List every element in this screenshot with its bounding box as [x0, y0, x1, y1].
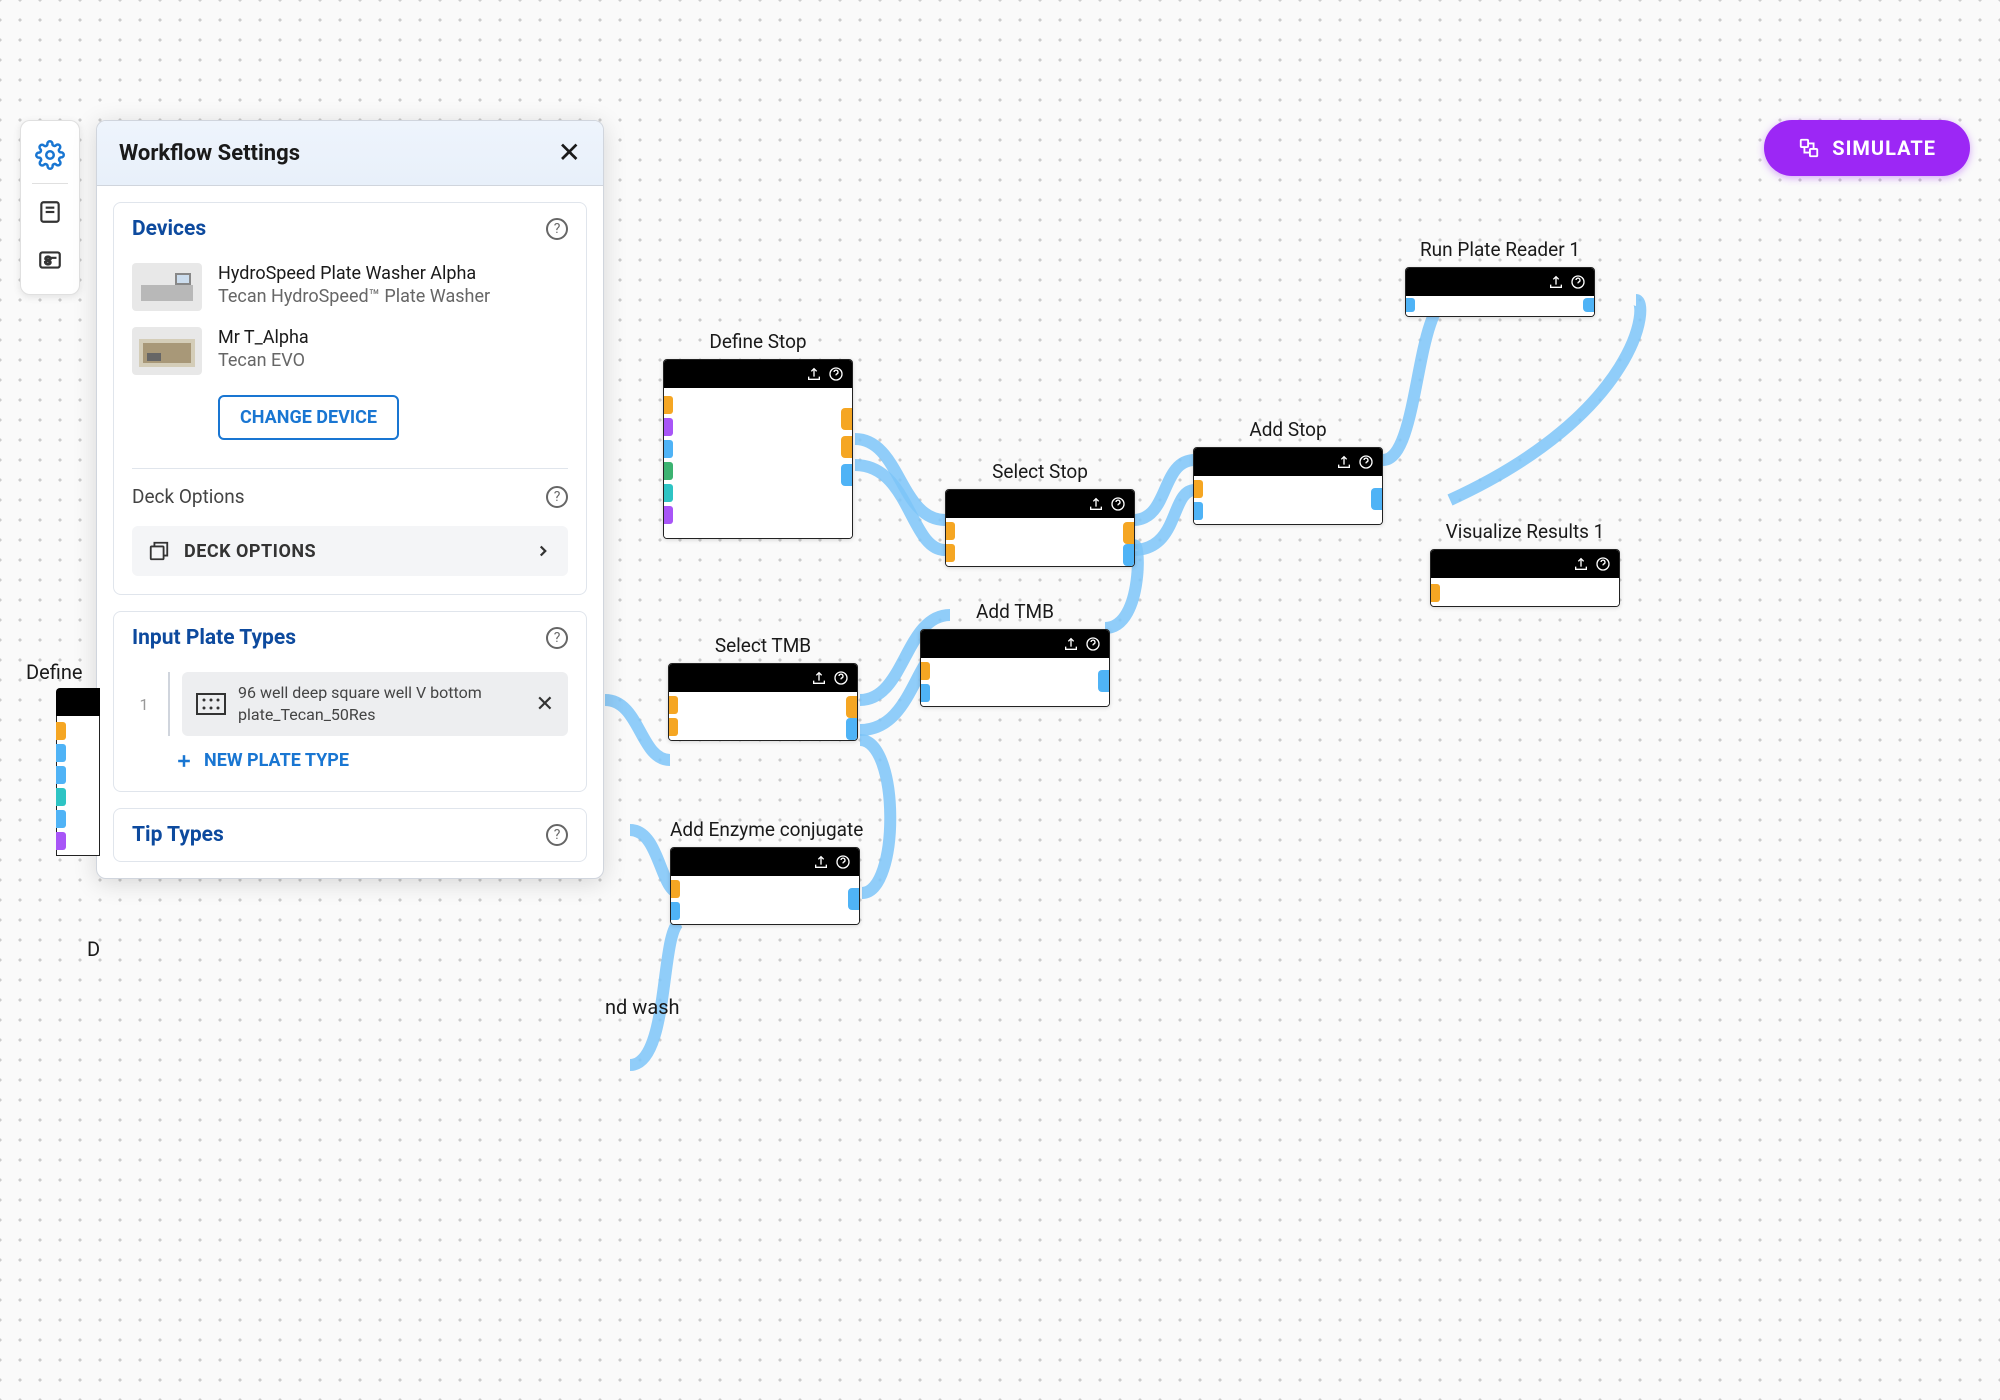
node-header [921, 630, 1109, 658]
export-icon[interactable] [1573, 556, 1589, 572]
panel-header: Workflow Settings ✕ [97, 121, 603, 186]
node-title: Add Stop [1193, 418, 1383, 441]
devices-header[interactable]: Devices ? [114, 203, 586, 255]
plate-chip[interactable]: 96 well deep square well V bottom plate_… [182, 672, 568, 735]
new-plate-label: NEW PLATE TYPE [204, 750, 349, 771]
plates-header[interactable]: Input Plate Types ? [114, 612, 586, 664]
node-title: Run Plate Reader 1 [1405, 238, 1595, 261]
left-toolbar: S [20, 120, 80, 295]
device-sub: Tecan HydroSpeed™ Plate Washer [218, 286, 568, 307]
help-icon[interactable] [828, 366, 844, 382]
plates-title: Input Plate Types [132, 626, 296, 650]
help-icon[interactable]: ? [546, 486, 568, 508]
help-icon[interactable]: ? [546, 627, 568, 649]
device-image [132, 327, 202, 375]
node-select-stop[interactable]: Select Stop [945, 460, 1135, 567]
export-icon[interactable] [1548, 274, 1564, 290]
help-icon[interactable] [1358, 454, 1374, 470]
node-visualize[interactable]: Visualize Results 1 [1430, 520, 1620, 607]
device-name: HydroSpeed Plate Washer Alpha [218, 263, 568, 284]
node-header [664, 360, 852, 388]
node-select-tmb[interactable]: Select TMB [668, 634, 858, 741]
tips-header[interactable]: Tip Types ? [114, 809, 586, 861]
workflow-settings-panel: Workflow Settings ✕ Devices ? HydroSpeed… [96, 120, 604, 879]
help-icon[interactable] [833, 670, 849, 686]
export-icon[interactable] [1088, 496, 1104, 512]
divider [168, 672, 170, 736]
deck-button-label: DECK OPTIONS [184, 541, 520, 562]
deck-options-button[interactable]: DECK OPTIONS [132, 526, 568, 576]
device-image [132, 263, 202, 311]
help-icon[interactable] [835, 854, 851, 870]
change-device-button[interactable]: CHANGE DEVICE [218, 395, 399, 440]
device-name: Mr T_Alpha [218, 327, 568, 348]
device-sub: Tecan EVO [218, 350, 568, 371]
help-icon[interactable]: ? [546, 824, 568, 846]
plate-text: 96 well deep square well V bottom plate_… [238, 682, 524, 725]
svg-text:S: S [45, 254, 52, 267]
chevron-right-icon [534, 542, 552, 560]
node-title: Add Enzyme conjugate [670, 818, 863, 841]
node-add-enzyme[interactable]: Add Enzyme conjugate [670, 818, 863, 925]
node-header [1431, 550, 1619, 578]
node-title: Select Stop [945, 460, 1135, 483]
help-icon[interactable] [1595, 556, 1611, 572]
divider [132, 468, 568, 469]
help-icon[interactable]: ? [546, 218, 568, 240]
node-header [1406, 268, 1594, 296]
help-icon[interactable] [1110, 496, 1126, 512]
node-header [669, 664, 857, 692]
tips-title: Tip Types [132, 823, 224, 847]
devices-section: Devices ? HydroSpeed Plate Washer Alpha … [113, 202, 587, 595]
plate-types-section: Input Plate Types ? 1 96 well deep squar… [113, 611, 587, 792]
truncated-node[interactable] [56, 688, 100, 856]
tip-types-section: Tip Types ? [113, 808, 587, 862]
toolbar-divider [32, 183, 68, 184]
panel-title: Workflow Settings [119, 141, 300, 166]
node-header [671, 848, 859, 876]
simulate-label: SIMULATE [1832, 136, 1936, 160]
simulate-icon [1798, 137, 1820, 159]
plate-row: 1 96 well deep square well V bottom plat… [132, 672, 568, 736]
remove-plate-icon[interactable]: ✕ [536, 692, 554, 717]
plus-icon [174, 751, 194, 771]
help-icon[interactable] [1085, 636, 1101, 652]
simulate-button[interactable]: SIMULATE [1764, 120, 1970, 176]
export-icon[interactable] [811, 670, 827, 686]
new-plate-button[interactable]: NEW PLATE TYPE [174, 750, 568, 771]
settings-icon[interactable] [32, 137, 68, 173]
truncated-define-label: Define [26, 660, 82, 684]
node-title: Select TMB [668, 634, 858, 657]
node-title: Add TMB [920, 600, 1110, 623]
device-row: Mr T_Alpha Tecan EVO [114, 319, 586, 383]
plate-grid-icon [196, 693, 226, 715]
close-icon[interactable]: ✕ [558, 139, 581, 167]
template-icon[interactable]: S [32, 242, 68, 278]
devices-title: Devices [132, 217, 206, 241]
node-run-reader[interactable]: Run Plate Reader 1 [1405, 238, 1595, 317]
node-title: Define Stop [663, 330, 853, 353]
export-icon[interactable] [1063, 636, 1079, 652]
deck-options-label: Deck Options ? [114, 481, 586, 518]
node-add-tmb[interactable]: Add TMB [920, 600, 1110, 707]
device-row: HydroSpeed Plate Washer Alpha Tecan Hydr… [114, 255, 586, 319]
export-icon[interactable] [806, 366, 822, 382]
plate-index: 1 [132, 695, 156, 714]
truncated-wash-label: nd wash [605, 995, 680, 1019]
node-title: Visualize Results 1 [1430, 520, 1620, 543]
export-icon[interactable] [813, 854, 829, 870]
node-define-stop[interactable]: Define Stop [663, 330, 853, 539]
node-header [1194, 448, 1382, 476]
notes-icon[interactable] [32, 194, 68, 230]
truncated-d-label: D [87, 937, 100, 961]
export-icon[interactable] [1336, 454, 1352, 470]
node-add-stop[interactable]: Add Stop [1193, 418, 1383, 525]
node-header [946, 490, 1134, 518]
deck-icon [148, 540, 170, 562]
help-icon[interactable] [1570, 274, 1586, 290]
